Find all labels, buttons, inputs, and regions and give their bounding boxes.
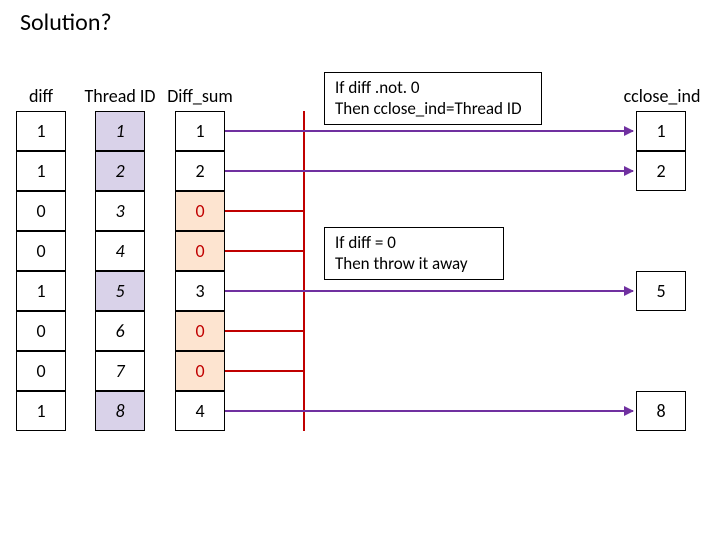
dsum-cell: 3 xyxy=(175,271,225,311)
arrow-keep xyxy=(225,290,633,292)
dsum-cell: 1 xyxy=(175,111,225,151)
note-zero: If diff = 0Then throw it away xyxy=(324,227,504,280)
diff-cell: 1 xyxy=(16,391,66,431)
dsum-cell: 4 xyxy=(175,391,225,431)
slide-title: Solution? xyxy=(20,8,112,37)
tid-cell: 5 xyxy=(95,271,145,311)
diff-cell: 0 xyxy=(16,351,66,391)
column-thread-id: 1 2 3 4 5 6 7 8 xyxy=(95,111,145,431)
diff-cell: 0 xyxy=(16,191,66,231)
arrow-keep xyxy=(225,130,633,132)
header-thread-id: Thread ID xyxy=(75,85,165,107)
tid-cell: 8 xyxy=(95,391,145,431)
stub-discard xyxy=(225,210,305,212)
cclose-gap xyxy=(636,351,686,391)
cclose-cell: 8 xyxy=(636,391,686,431)
diff-cell: 0 xyxy=(16,311,66,351)
stub-discard xyxy=(225,250,305,252)
diff-cell: 1 xyxy=(16,111,66,151)
dsum-cell: 0 xyxy=(175,231,225,271)
arrow-keep xyxy=(225,170,633,172)
tid-cell: 2 xyxy=(95,151,145,191)
tid-cell: 3 xyxy=(95,191,145,231)
cclose-cell: 5 xyxy=(636,271,686,311)
header-diff: diff xyxy=(16,85,66,107)
dsum-cell: 0 xyxy=(175,311,225,351)
stub-discard xyxy=(225,330,305,332)
column-cclose-ind: 1 2 5 8 xyxy=(636,111,686,431)
stop-line xyxy=(303,111,305,431)
dsum-cell: 0 xyxy=(175,191,225,231)
stub-discard xyxy=(225,370,305,372)
header-diff-sum: Diff_sum xyxy=(160,85,240,107)
tid-cell: 1 xyxy=(95,111,145,151)
dsum-cell: 0 xyxy=(175,351,225,391)
diff-cell: 0 xyxy=(16,231,66,271)
column-diff-sum: 1 2 0 0 3 0 0 4 xyxy=(175,111,225,431)
arrow-keep xyxy=(225,410,633,412)
tid-cell: 6 xyxy=(95,311,145,351)
cclose-cell: 2 xyxy=(636,151,686,191)
header-cclose-ind: cclose_ind xyxy=(612,85,712,107)
cclose-gap xyxy=(636,231,686,271)
cclose-gap xyxy=(636,191,686,231)
dsum-cell: 2 xyxy=(175,151,225,191)
cclose-gap xyxy=(636,311,686,351)
tid-cell: 7 xyxy=(95,351,145,391)
cclose-cell: 1 xyxy=(636,111,686,151)
note-nonzero: If diff .not. 0Then cclose_ind=Thread ID xyxy=(324,72,542,125)
diff-cell: 1 xyxy=(16,271,66,311)
tid-cell: 4 xyxy=(95,231,145,271)
diff-cell: 1 xyxy=(16,151,66,191)
column-diff: 1 1 0 0 1 0 0 1 xyxy=(16,111,66,431)
